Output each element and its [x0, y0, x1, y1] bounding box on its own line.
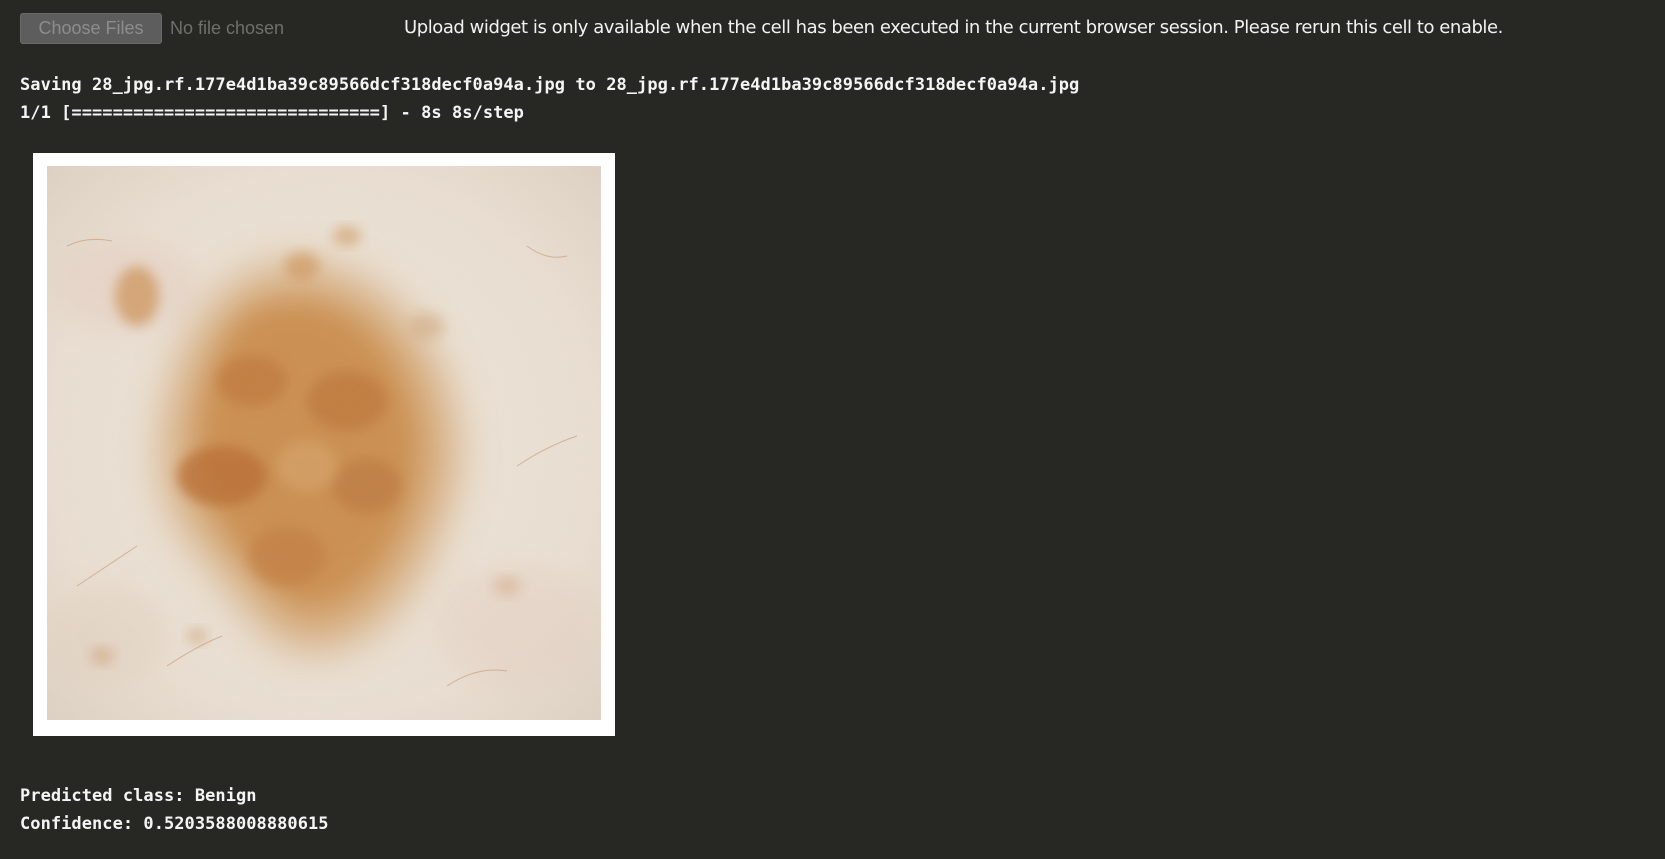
- confidence-output: Confidence: 0.5203588008880615: [20, 814, 329, 834]
- choose-files-button[interactable]: Choose Files: [20, 13, 162, 44]
- skin-lesion-image: [47, 166, 601, 720]
- prediction-progress-output: 1/1 [==============================] - 8…: [20, 103, 524, 123]
- upload-widget-note: Upload widget is only available when the…: [404, 17, 1503, 38]
- file-status-text: No file chosen: [170, 18, 285, 38]
- upload-widget: Choose Files No file chosen: [20, 13, 284, 44]
- image-figure: [33, 153, 615, 736]
- predicted-class-output: Predicted class: Benign: [20, 786, 257, 806]
- saving-file-output: Saving 28_jpg.rf.177e4d1ba39c89566dcf318…: [20, 75, 1080, 95]
